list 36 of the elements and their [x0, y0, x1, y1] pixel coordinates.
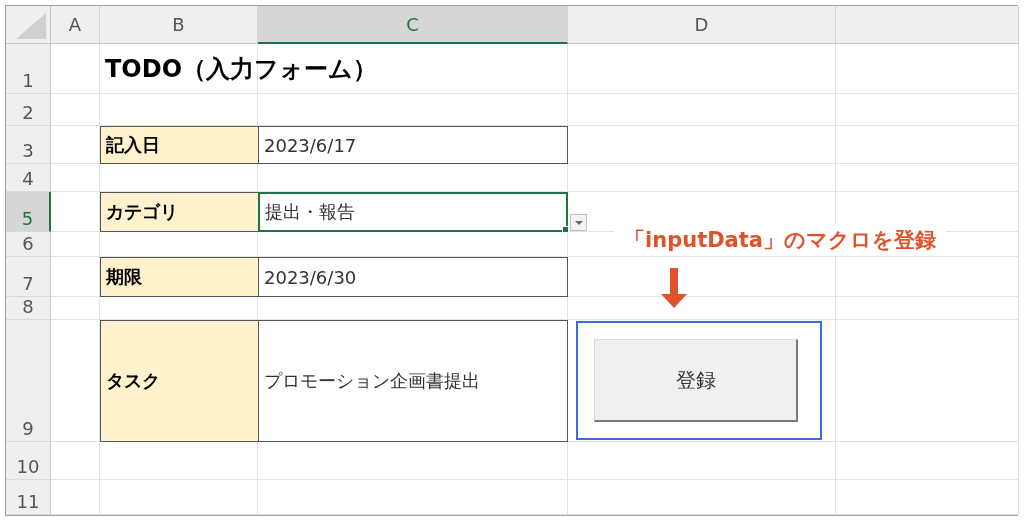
field-value[interactable]: プロモーション企画書提出 — [258, 320, 568, 442]
dropdown-button[interactable] — [570, 214, 587, 231]
row-header[interactable]: 10 — [6, 442, 51, 480]
annotation-text: 「inputData」のマクロを登録 — [614, 224, 946, 256]
register-button[interactable]: 登録 — [594, 339, 798, 422]
row-header[interactable]: 8 — [6, 297, 51, 320]
field-label: タスク — [100, 320, 258, 442]
triangle-icon — [16, 13, 46, 39]
down-arrow-icon — [661, 268, 687, 308]
field-label: 記入日 — [100, 126, 258, 164]
field-value[interactable]: 提出・報告 — [258, 192, 568, 232]
row-header[interactable]: 5 — [6, 192, 51, 232]
row-header[interactable]: 3 — [6, 126, 51, 164]
column-header[interactable]: C — [258, 6, 568, 44]
field-value[interactable]: 2023/6/17 — [258, 126, 568, 164]
button-selection-frame[interactable]: 登録 — [576, 321, 822, 440]
row-header[interactable]: 11 — [6, 480, 51, 515]
row-header[interactable]: 6 — [6, 232, 51, 257]
row-header[interactable]: 4 — [6, 164, 51, 192]
column-header[interactable]: B — [100, 6, 258, 44]
field-text: 提出・報告 — [265, 200, 355, 224]
field-text: 2023/6/17 — [264, 134, 357, 156]
row-header[interactable]: 2 — [6, 94, 51, 126]
fill-handle[interactable] — [562, 226, 569, 233]
field-label: カテゴリ — [100, 192, 258, 232]
row-header[interactable]: 7 — [6, 257, 51, 297]
field-value[interactable]: 2023/6/30 — [258, 257, 568, 297]
column-header[interactable]: D — [568, 6, 836, 44]
row-header[interactable]: 1 — [6, 44, 51, 94]
row-header[interactable]: 9 — [6, 320, 51, 442]
field-label: 期限 — [100, 257, 258, 297]
field-text: プロモーション企画書提出 — [264, 369, 480, 393]
caret-icon — [574, 220, 583, 225]
sheet-title: TODO（入力フォーム） — [104, 54, 378, 85]
field-text: 2023/6/30 — [264, 266, 357, 288]
column-header[interactable]: A — [51, 6, 100, 44]
